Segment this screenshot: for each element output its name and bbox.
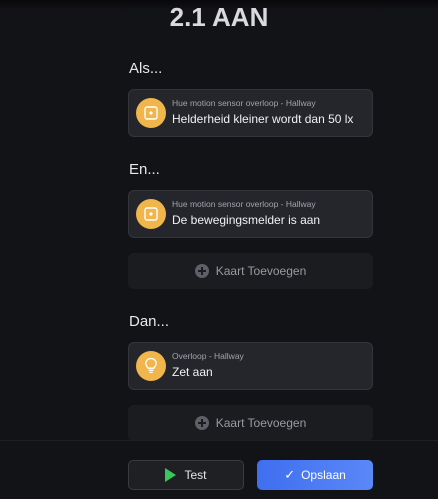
- test-button-label: Test: [184, 468, 207, 482]
- card-text: Zet aan: [172, 365, 213, 379]
- add-icon: [194, 416, 209, 430]
- motion-sensor-icon: [136, 199, 166, 229]
- checkmark-icon: ✓: [284, 467, 296, 482]
- add-card-button-actions[interactable]: Kaart Toevoegen: [128, 405, 373, 441]
- save-button-label: Opslaan: [301, 468, 346, 482]
- section-title-then: Dan...: [129, 313, 170, 330]
- action-card-turn-on[interactable]: Overloop - Hallway Zet aan: [128, 342, 373, 390]
- card-text: Helderheid kleiner wordt dan 50 lx: [172, 112, 354, 126]
- bottom-divider: [0, 440, 438, 441]
- section-title-and: En...: [129, 161, 160, 178]
- section-title-if: Als...: [129, 60, 163, 77]
- add-icon: [194, 264, 209, 278]
- card-subtitle: Overloop - Hallway: [172, 351, 244, 361]
- page-title: 2.1 AAN: [169, 2, 269, 30]
- condition-card-motion[interactable]: Hue motion sensor overloop - Hallway De …: [128, 190, 373, 238]
- add-card-button-conditions[interactable]: Kaart Toevoegen: [128, 253, 373, 289]
- add-card-label: Kaart Toevoegen: [215, 416, 307, 430]
- card-subtitle: Hue motion sensor overloop - Hallway: [172, 98, 316, 108]
- play-icon: [165, 468, 177, 482]
- add-card-label: Kaart Toevoegen: [215, 264, 307, 278]
- lightbulb-icon: [136, 351, 166, 381]
- card-subtitle: Hue motion sensor overloop - Hallway: [172, 199, 316, 209]
- motion-sensor-icon: [136, 98, 166, 128]
- condition-card-brightness[interactable]: Hue motion sensor overloop - Hallway Hel…: [128, 89, 373, 137]
- test-button[interactable]: Test: [128, 460, 244, 490]
- save-button[interactable]: ✓ Opslaan: [257, 460, 373, 490]
- card-text: De bewegingsmelder is aan: [172, 213, 321, 227]
